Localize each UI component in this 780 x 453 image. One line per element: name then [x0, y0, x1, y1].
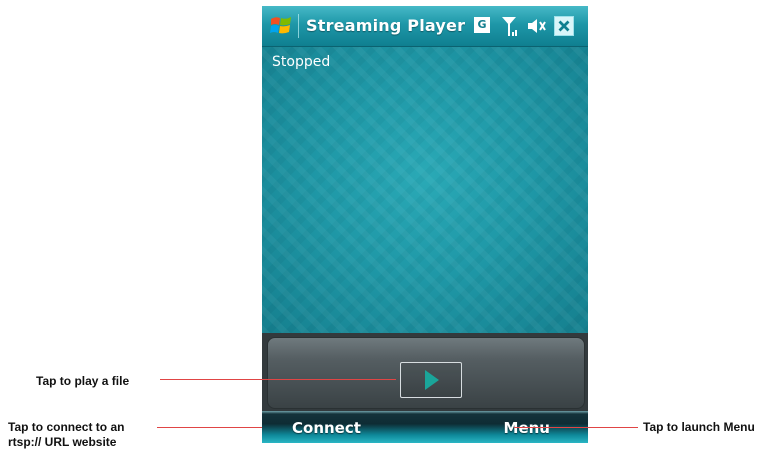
callout-connect-line — [157, 427, 262, 428]
close-icon[interactable] — [554, 16, 574, 36]
volume-muted-icon[interactable] — [526, 16, 548, 36]
callout-connect-text: Tap to connect to an rtsp:// URL website — [8, 420, 124, 450]
control-panel-inner — [267, 337, 585, 409]
play-icon — [425, 370, 439, 390]
callout-menu-text: Tap to launch Menu — [643, 420, 755, 434]
app-title: Streaming Player — [306, 16, 466, 35]
callout-play-text: Tap to play a file — [36, 374, 130, 388]
title-bar: Streaming Player G — [262, 6, 588, 47]
menu-softkey[interactable]: Menu — [504, 419, 550, 437]
windows-start-icon[interactable] — [268, 13, 294, 39]
control-panel — [262, 333, 588, 411]
callout-connect-line2: rtsp:// URL website — [8, 435, 117, 449]
title-divider — [298, 14, 299, 38]
callout-play-line — [160, 379, 396, 380]
device-screen: Streaming Player G Stopped Connect Menu — [262, 6, 588, 443]
gprs-icon[interactable]: G — [474, 17, 490, 33]
video-area — [262, 47, 588, 333]
connect-softkey[interactable]: Connect — [292, 419, 361, 437]
signal-icon[interactable] — [500, 14, 518, 38]
callout-menu-line — [514, 427, 638, 428]
play-button[interactable] — [400, 362, 462, 398]
callout-connect-line1: Tap to connect to an — [8, 420, 125, 434]
playback-status: Stopped — [272, 54, 331, 70]
